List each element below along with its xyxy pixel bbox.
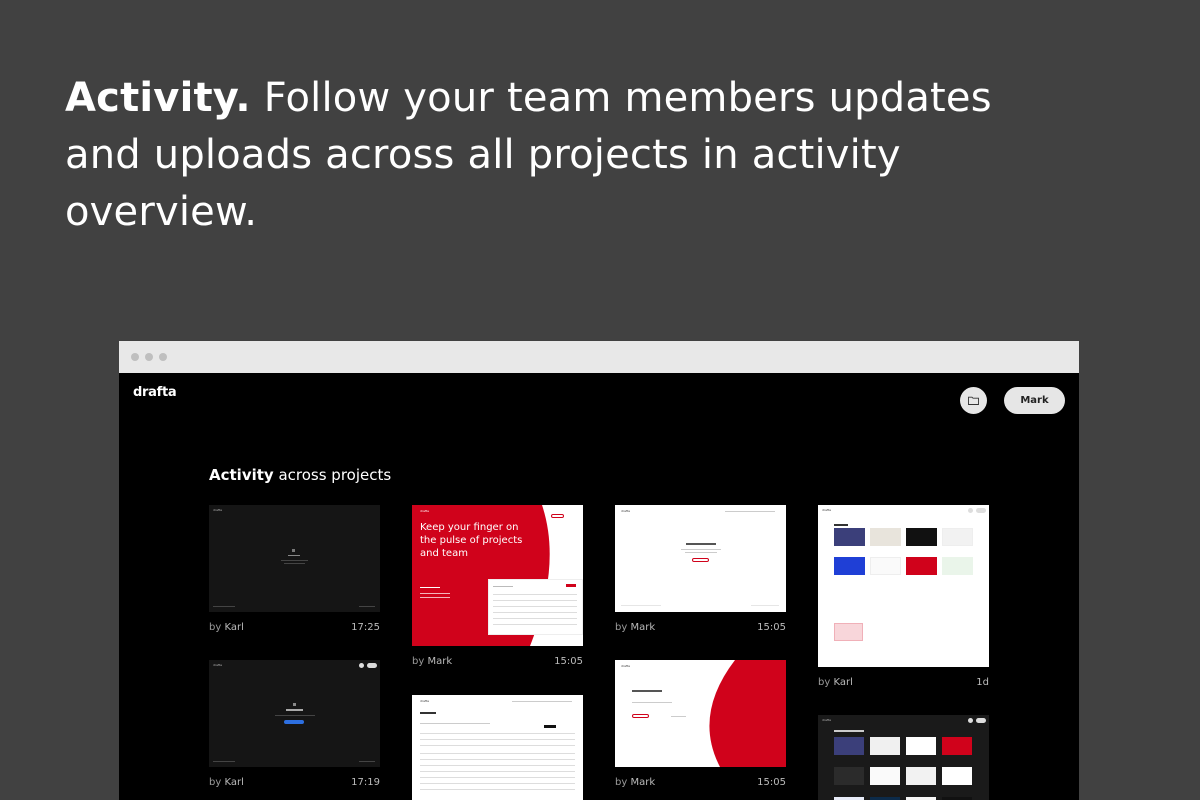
headline-strong: Activity. [65,75,251,121]
card-meta: by Karl 17:19 [209,777,380,788]
activity-card[interactable]: drafta Keep your finger on the pulse of … [412,505,583,667]
app-logo[interactable]: drafta [133,385,177,400]
activity-card[interactable]: drafta by Karl 17:19 [209,660,380,788]
browser-titlebar [119,341,1079,373]
card-thumbnail[interactable]: drafta [209,505,380,612]
browser-window: drafta Mark Activity across projects dra… [119,341,1079,800]
card-author: by Mark [615,777,656,788]
thumb-icon [292,549,295,552]
card-author: by Mark [615,622,656,633]
card-time: 15:05 [757,622,786,633]
card-time: 1d [976,677,989,688]
window-dot [159,353,167,361]
card-author: by Mark [412,656,453,667]
card-meta: by Mark 15:05 [412,656,583,667]
card-meta: by Karl 17:25 [209,622,380,633]
section-title: Activity across projects [209,466,391,484]
card-meta: by Mark 15:05 [615,777,786,788]
activity-card[interactable]: drafta by Mark 15:05 [615,660,786,788]
section-title-rest: across projects [273,466,392,484]
card-time: 17:25 [351,622,380,633]
folder-icon [968,396,979,405]
thumb-primary-button [284,720,304,724]
thumb-hero-text: Keep your finger on the pulse of project… [420,522,523,559]
card-thumbnail[interactable]: drafta [412,695,583,800]
thumb-logo: drafta [213,508,222,512]
activity-card[interactable]: drafta [412,695,583,800]
window-dot [145,353,153,361]
window-dot [131,353,139,361]
card-time: 15:05 [757,777,786,788]
card-time: 17:19 [351,777,380,788]
thumb-logo: drafta [213,663,222,667]
card-thumbnail[interactable]: drafta [615,660,786,767]
activity-card[interactable]: drafta by Karl 1d [818,505,989,688]
activity-card[interactable]: drafta by Karl 17:25 [209,505,380,633]
folder-button[interactable] [960,387,987,414]
card-thumbnail[interactable]: drafta Keep your finger on the pulse of … [412,505,583,646]
user-button[interactable]: Mark [1004,387,1065,414]
card-author: by Karl [209,622,244,633]
card-thumbnail[interactable]: drafta [615,505,786,612]
card-author: by Karl [209,777,244,788]
card-time: 15:05 [554,656,583,667]
activity-card[interactable]: drafta [818,715,989,800]
thumb-table-preview [488,579,583,635]
card-thumbnail[interactable]: drafta [209,660,380,767]
card-author: by Karl [818,677,853,688]
card-meta: by Karl 1d [818,677,989,688]
section-title-strong: Activity [209,466,274,484]
activity-card[interactable]: drafta by Mark 15:05 [615,505,786,633]
card-meta: by Mark 15:05 [615,622,786,633]
headline: Activity. Follow your team members updat… [65,70,1025,241]
card-thumbnail[interactable]: drafta [818,505,989,667]
card-thumbnail[interactable]: drafta [818,715,989,800]
